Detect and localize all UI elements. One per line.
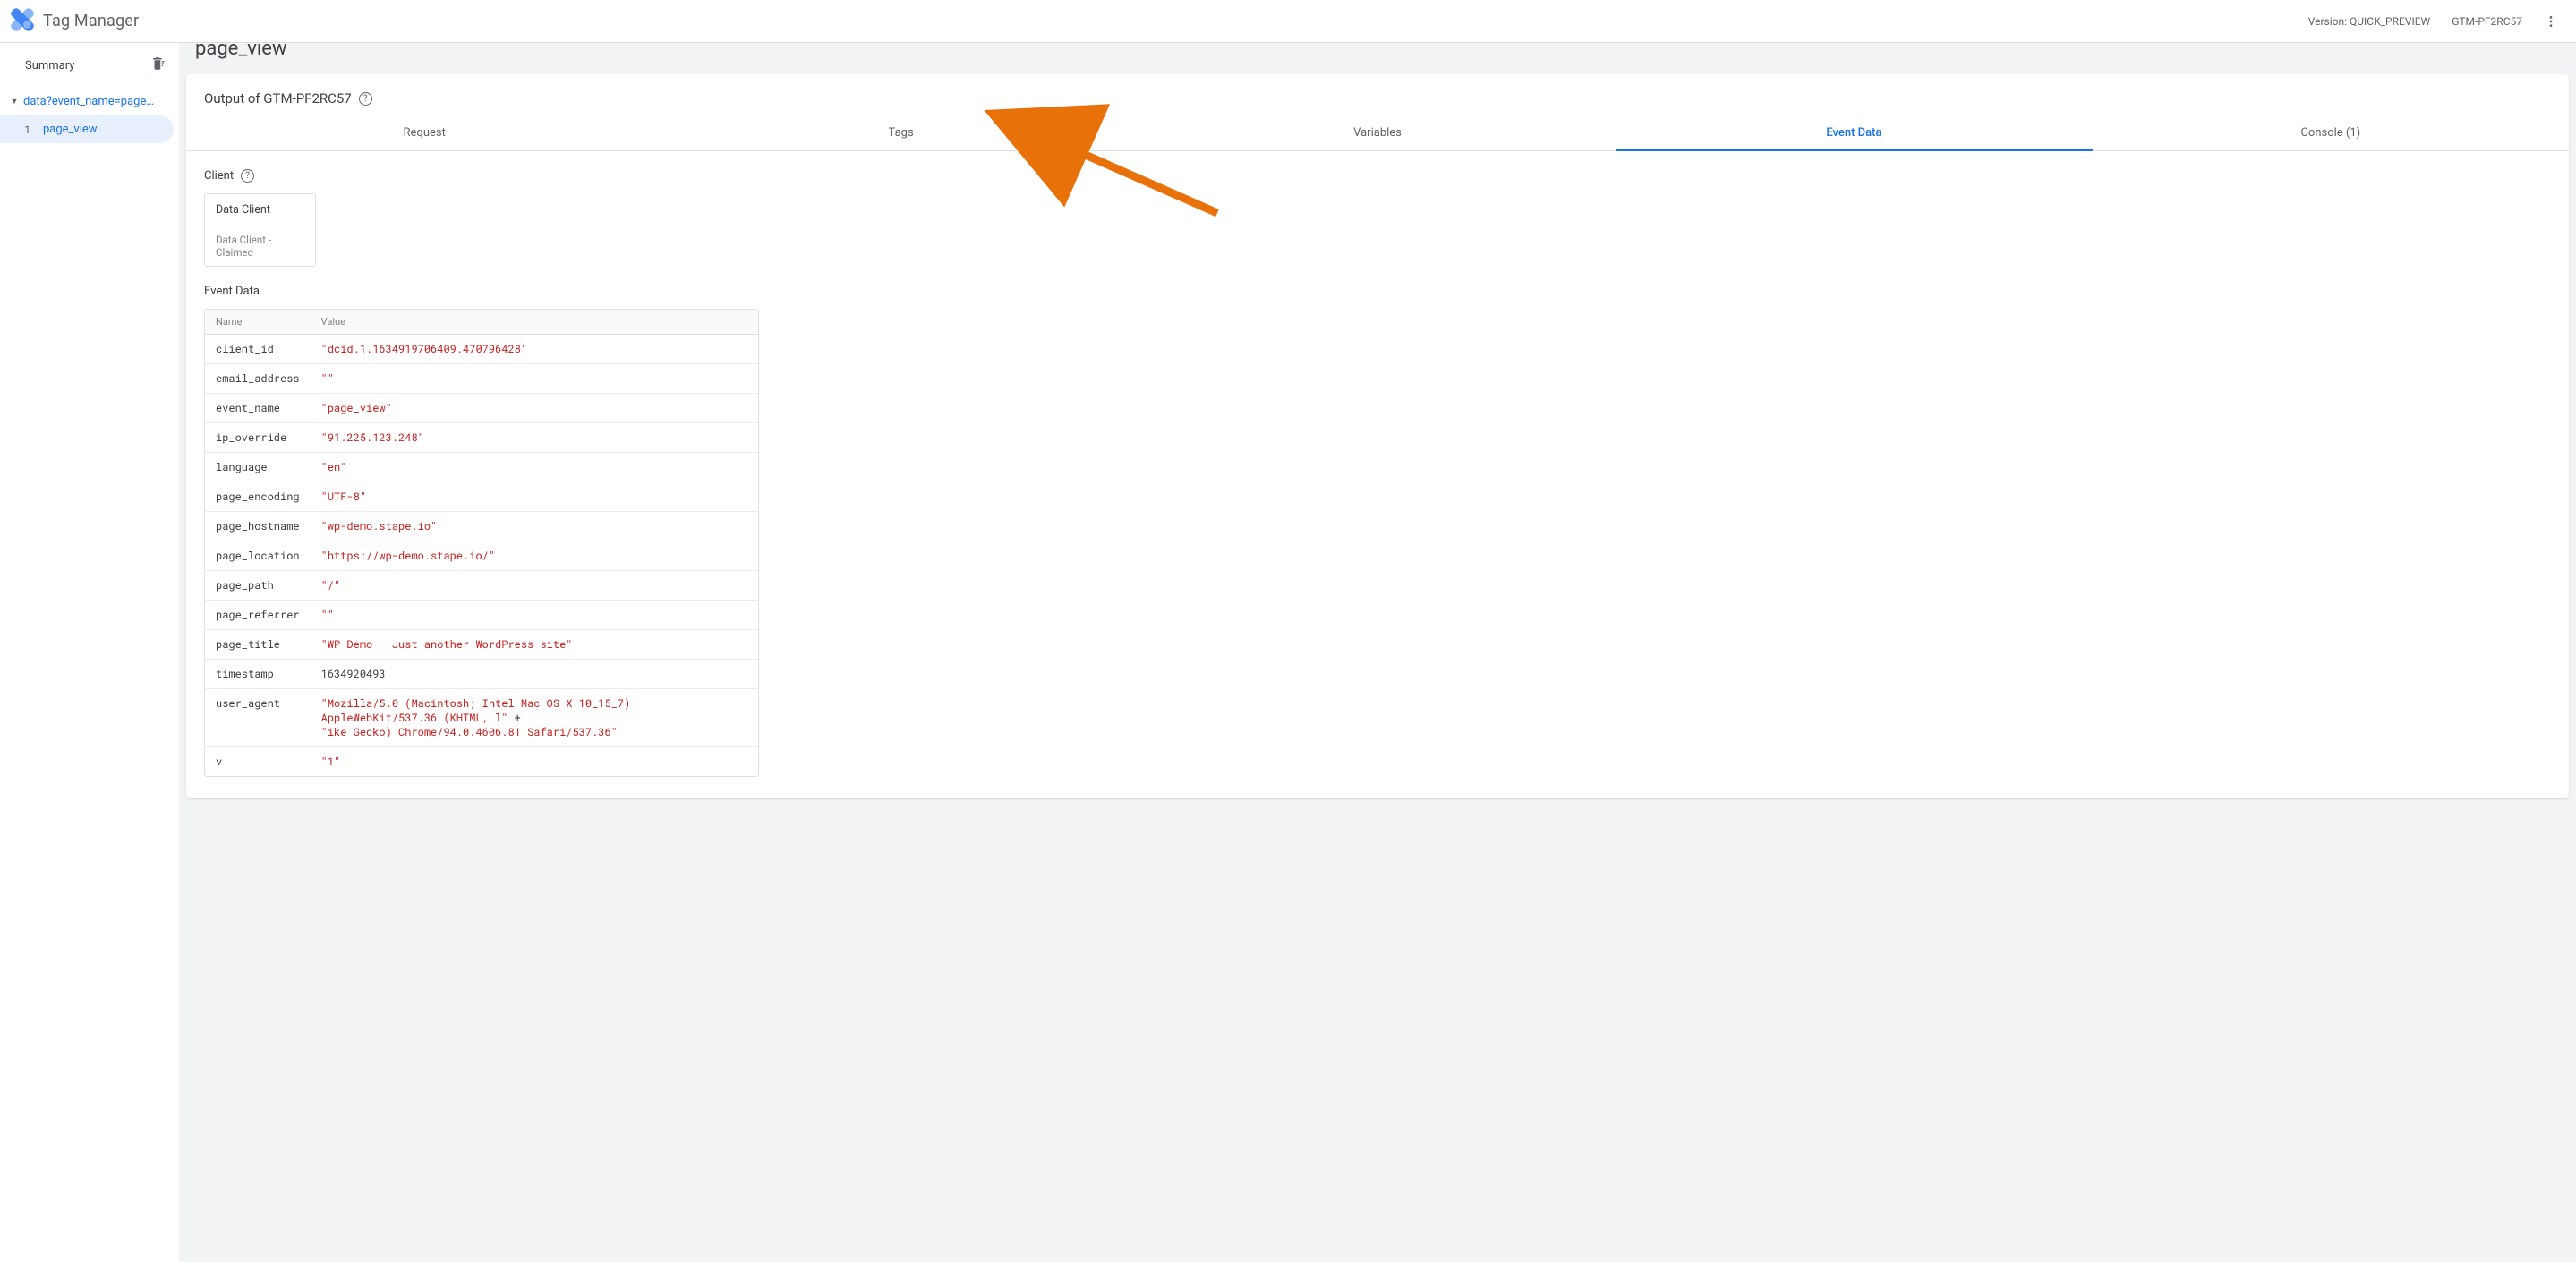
event-row-name: ip_override	[205, 423, 311, 453]
event-row-name: page_encoding	[205, 482, 311, 512]
table-header-name: Name	[205, 310, 311, 335]
event-row-value: 1634920493	[311, 660, 758, 689]
table-header-value: Value	[311, 310, 758, 335]
event-row-name: page_title	[205, 630, 311, 660]
sidebar: Summary ▼ data?event_name=page_vi… 1 page…	[0, 43, 179, 1262]
panel-title-row: Output of GTM-PF2RC57 ?	[186, 74, 2569, 107]
table-row: v"1"	[205, 747, 758, 776]
table-row: client_id"dcid.1.1634919706409.470796428…	[205, 335, 758, 364]
app-title: Tag Manager	[43, 12, 139, 30]
table-row: page_path"/"	[205, 571, 758, 601]
event-row-value: "91.225.123.248"	[311, 423, 758, 453]
more-menu-button[interactable]	[2540, 11, 2562, 32]
event-row-name: event_name	[205, 394, 311, 423]
caret-down-icon: ▼	[11, 98, 18, 106]
event-row-value: "https://wp-demo.stape.io/"	[311, 541, 758, 571]
event-row-name: page_location	[205, 541, 311, 571]
main-area: Summary ▼ data?event_name=page_vi… 1 page…	[0, 43, 2576, 1262]
event-row-value: "1"	[311, 747, 758, 776]
event-row-name: email_address	[205, 364, 311, 394]
table-row: ip_override"91.225.123.248"	[205, 423, 758, 453]
table-row: page_location"https://wp-demo.stape.io/"	[205, 541, 758, 571]
client-status: Data Client - Claimed	[205, 226, 315, 266]
clear-summary-icon[interactable]	[150, 55, 166, 75]
table-row: page_title"WP Demo – Just another WordPr…	[205, 630, 758, 660]
output-panel: Output of GTM-PF2RC57 ? RequestTagsVaria…	[186, 74, 2569, 798]
event-row-name: client_id	[205, 335, 311, 364]
event-row-value: "en"	[311, 453, 758, 482]
event-data-table: Name Value client_id"dcid.1.163491970640…	[204, 309, 759, 777]
help-icon[interactable]: ?	[241, 169, 254, 183]
sidebar-request-item[interactable]: ▼ data?event_name=page_vi…	[0, 88, 179, 115]
event-row-value: "page_view"	[311, 394, 758, 423]
panel-title: Output of GTM-PF2RC57	[204, 90, 352, 107]
event-row-value: ""	[311, 364, 758, 394]
event-row-value: "/"	[311, 571, 758, 601]
table-row: page_encoding"UTF-8"	[205, 482, 758, 512]
event-data-section-label: Event Data	[186, 267, 2569, 303]
sidebar-sub-item[interactable]: 1 page_view	[0, 115, 174, 143]
sidebar-summary-label: Summary	[25, 59, 74, 72]
event-row-name: page_path	[205, 571, 311, 601]
tab-variables[interactable]: Variables	[1139, 115, 1616, 150]
client-name: Data Client	[205, 194, 315, 226]
client-section-label-text: Client	[204, 169, 234, 183]
tabs: RequestTagsVariablesEvent DataConsole (1…	[186, 115, 2569, 151]
tab-request[interactable]: Request	[186, 115, 662, 150]
tab-tags[interactable]: Tags	[662, 115, 1139, 150]
event-row-value: "dcid.1.1634919706409.470796428"	[311, 335, 758, 364]
table-row: user_agent"Mozilla/5.0 (Macintosh; Intel…	[205, 689, 758, 747]
event-row-value: "Mozilla/5.0 (Macintosh; Intel Mac OS X …	[311, 689, 758, 747]
event-row-name: language	[205, 453, 311, 482]
event-row-name: timestamp	[205, 660, 311, 689]
event-row-value: "wp-demo.stape.io"	[311, 512, 758, 541]
event-row-name: user_agent	[205, 689, 311, 747]
sidebar-sub-item-index: 1	[21, 124, 30, 136]
event-data-section-label-text: Event Data	[204, 285, 260, 298]
table-row: event_name"page_view"	[205, 394, 758, 423]
tag-manager-logo-icon	[11, 8, 34, 35]
page-heading: page_view	[186, 43, 2569, 65]
table-row: page_referrer""	[205, 601, 758, 630]
tab-console[interactable]: Console (1)	[2093, 115, 2569, 150]
event-row-name: v	[205, 747, 311, 776]
table-row: timestamp1634920493	[205, 660, 758, 689]
event-row-name: page_hostname	[205, 512, 311, 541]
app-logo-wrap: Tag Manager	[11, 8, 139, 35]
event-row-name: page_referrer	[205, 601, 311, 630]
event-row-value: "UTF-8"	[311, 482, 758, 512]
client-section-label: Client ?	[186, 151, 2569, 188]
container-id: GTM-PF2RC57	[2452, 15, 2522, 28]
table-row: page_hostname"wp-demo.stape.io"	[205, 512, 758, 541]
client-card[interactable]: Data Client Data Client - Claimed	[204, 193, 316, 267]
table-row: email_address""	[205, 364, 758, 394]
tab-eventdata[interactable]: Event Data	[1616, 115, 2092, 150]
content-wrap: page_view Output of GTM-PF2RC57 ? Reques…	[179, 43, 2576, 1262]
version-label: Version: QUICK_PREVIEW	[2308, 15, 2431, 28]
table-row: language"en"	[205, 453, 758, 482]
event-row-value: ""	[311, 601, 758, 630]
sidebar-sub-item-label: page_view	[43, 123, 98, 136]
app-header: Tag Manager Version: QUICK_PREVIEW GTM-P…	[0, 0, 2576, 43]
help-icon[interactable]: ?	[359, 92, 372, 106]
sidebar-request-label: data?event_name=page_vi…	[23, 95, 158, 108]
sidebar-summary[interactable]: Summary	[0, 43, 179, 88]
event-row-value: "WP Demo – Just another WordPress site"	[311, 630, 758, 660]
